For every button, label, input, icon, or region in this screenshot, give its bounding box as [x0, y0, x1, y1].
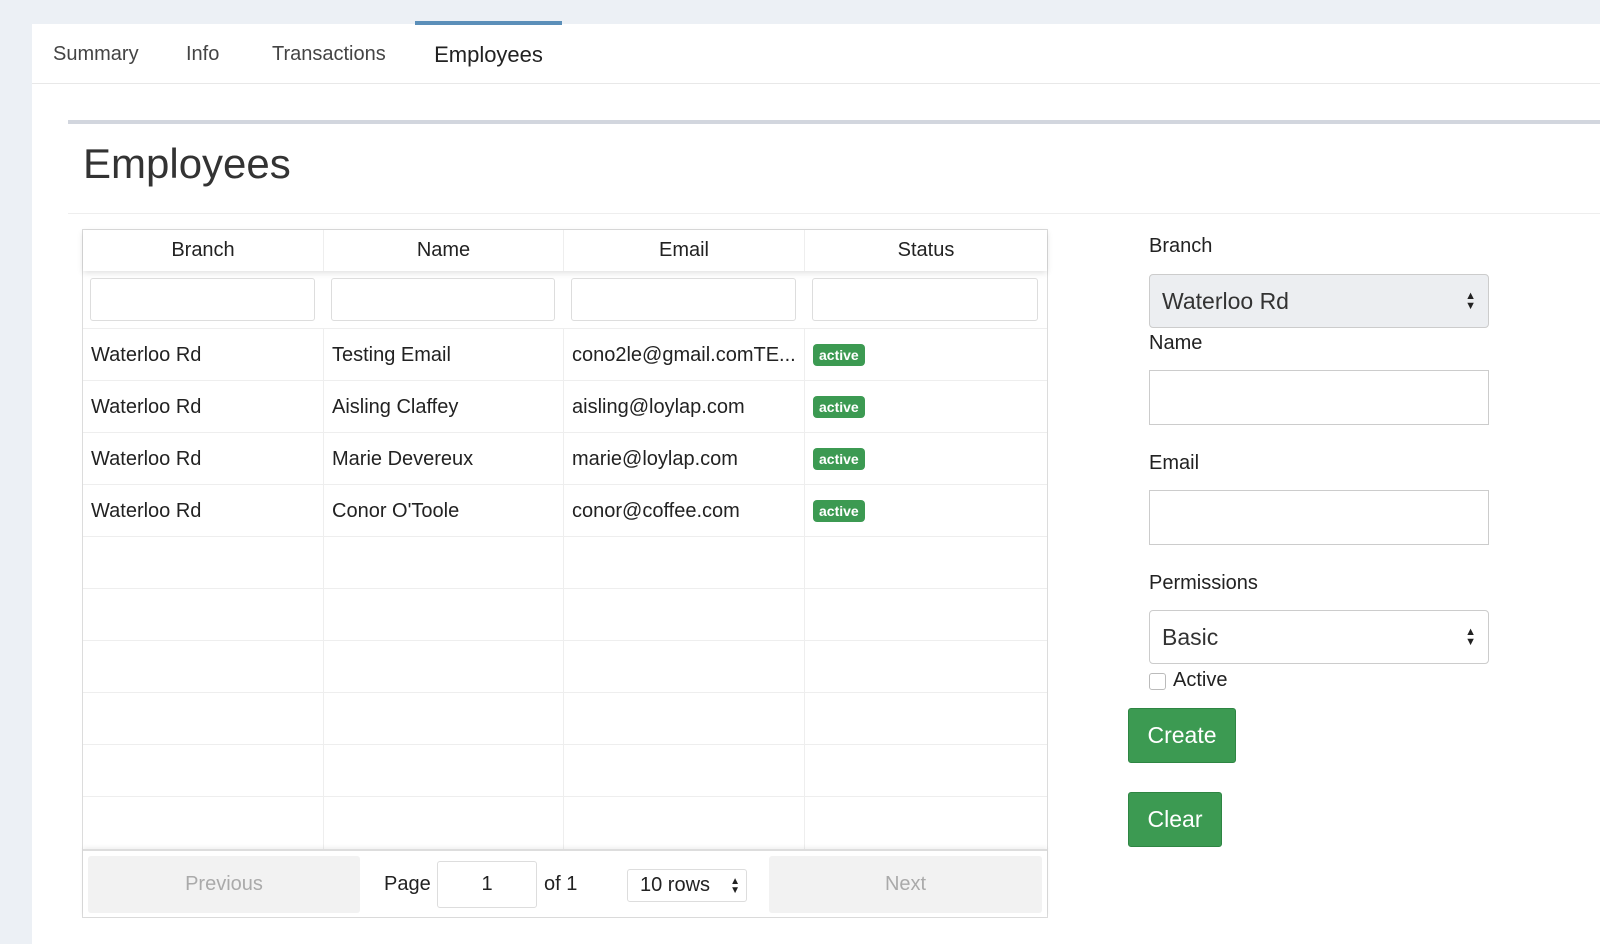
page-number-input[interactable]: 1	[437, 861, 537, 908]
table-row[interactable]: Waterloo Rd Marie Devereux marie@loylap.…	[83, 433, 1047, 485]
empty-cell	[324, 641, 564, 693]
empty-row	[83, 797, 1047, 849]
tab-summary[interactable]: Summary	[53, 24, 139, 84]
empty-cell	[564, 537, 805, 589]
empty-cell	[324, 797, 564, 849]
empty-cell	[564, 641, 805, 693]
page-title: Employees	[83, 140, 291, 187]
branch-cell: Waterloo Rd	[83, 485, 324, 537]
empty-cell	[324, 537, 564, 589]
status-cell: active	[805, 485, 1047, 537]
status-cell: active	[805, 433, 1047, 485]
email-cell: aisling@loylap.com	[564, 381, 805, 433]
select-arrows-icon: ▲ ▼	[1465, 626, 1476, 648]
email-cell: marie@loylap.com	[564, 433, 805, 485]
name-cell: Aisling Claffey	[324, 381, 564, 433]
filter-row	[83, 271, 1047, 329]
empty-cell	[83, 589, 324, 641]
branch-filter-input[interactable]	[90, 278, 315, 321]
permissions-select[interactable]: Basic ▲ ▼	[1149, 610, 1489, 664]
tab-employees[interactable]: Employees	[415, 21, 562, 84]
status-cell: active	[805, 381, 1047, 433]
empty-cell	[805, 797, 1047, 849]
active-label: Active	[1173, 669, 1228, 691]
branch-select[interactable]: Waterloo Rd ▲ ▼	[1149, 274, 1489, 328]
empty-cell	[805, 641, 1047, 693]
branch-label: Branch	[1149, 235, 1213, 257]
pagination-bar: Previous Page 1 of 1 10 rows ▲ ▼ Next	[83, 849, 1047, 917]
empty-cell	[564, 589, 805, 641]
empty-cell	[805, 693, 1047, 745]
empty-cell	[83, 641, 324, 693]
empty-cell	[324, 745, 564, 797]
permissions-select-value: Basic	[1162, 623, 1219, 650]
table-row[interactable]: Waterloo Rd Conor O'Toole conor@coffee.c…	[83, 485, 1047, 537]
column-header-email[interactable]: Email	[564, 230, 805, 271]
branch-cell: Waterloo Rd	[83, 433, 324, 485]
name-field[interactable]	[1149, 370, 1489, 425]
name-filter-input[interactable]	[331, 278, 555, 321]
empty-cell	[83, 797, 324, 849]
status-badge: active	[813, 344, 865, 366]
empty-cell	[805, 537, 1047, 589]
previous-button[interactable]: Previous	[88, 856, 360, 913]
create-button[interactable]: Create	[1128, 708, 1236, 763]
email-cell: cono2le@gmail.comTE...	[564, 329, 805, 381]
next-button[interactable]: Next	[769, 856, 1042, 913]
empty-cell	[83, 693, 324, 745]
page-label: Page	[384, 873, 431, 895]
empty-row	[83, 641, 1047, 693]
table-row[interactable]: Waterloo Rd Testing Email cono2le@gmail.…	[83, 329, 1047, 381]
name-cell: Marie Devereux	[324, 433, 564, 485]
branch-cell: Waterloo Rd	[83, 329, 324, 381]
employees-box: Employees Branch Name Email Status Water…	[68, 120, 1600, 944]
empty-cell	[83, 745, 324, 797]
permissions-label: Permissions	[1149, 572, 1258, 594]
select-arrows-icon: ▲ ▼	[1465, 290, 1476, 312]
empty-cell	[83, 537, 324, 589]
rows-per-page-value: 10 rows	[640, 874, 711, 896]
email-label: Email	[1149, 452, 1200, 474]
clear-button[interactable]: Clear	[1128, 792, 1222, 847]
column-header-name[interactable]: Name	[324, 230, 564, 271]
name-cell: Conor O'Toole	[324, 485, 564, 537]
empty-cell	[805, 589, 1047, 641]
box-header: Employees	[68, 124, 1600, 214]
status-badge: active	[813, 500, 865, 522]
email-field[interactable]	[1149, 490, 1489, 545]
name-label: Name	[1149, 332, 1203, 354]
status-filter-input[interactable]	[812, 278, 1038, 321]
table-header: Branch Name Email Status	[83, 230, 1047, 271]
empty-cell	[805, 745, 1047, 797]
tab-transactions[interactable]: Transactions	[272, 24, 386, 84]
page-count: of 1	[544, 873, 578, 895]
active-checkbox[interactable]	[1149, 673, 1166, 690]
empty-cell	[564, 745, 805, 797]
empty-row	[83, 745, 1047, 797]
tab-info[interactable]: Info	[186, 24, 219, 84]
empty-cell	[564, 797, 805, 849]
content-panel: Summary Info Transactions Employees Empl…	[32, 21, 1600, 944]
status-cell: active	[805, 329, 1047, 381]
rows-per-page-select[interactable]: 10 rows ▲ ▼	[627, 869, 747, 902]
branch-select-value: Waterloo Rd	[1162, 287, 1289, 314]
table-row[interactable]: Waterloo Rd Aisling Claffey aisling@loyl…	[83, 381, 1047, 433]
name-cell: Testing Email	[324, 329, 564, 381]
branch-cell: Waterloo Rd	[83, 381, 324, 433]
empty-cell	[324, 693, 564, 745]
select-arrows-icon: ▲ ▼	[730, 875, 740, 896]
column-header-branch[interactable]: Branch	[83, 230, 324, 271]
empty-cell	[564, 693, 805, 745]
empty-row	[83, 693, 1047, 745]
empty-row	[83, 589, 1047, 641]
email-filter-input[interactable]	[571, 278, 796, 321]
status-badge: active	[813, 448, 865, 470]
tab-bar: Summary Info Transactions Employees	[32, 21, 1600, 84]
email-cell: conor@coffee.com	[564, 485, 805, 537]
employees-table: Branch Name Email Status Waterloo Rd Tes…	[82, 229, 1048, 918]
status-badge: active	[813, 396, 865, 418]
column-header-status[interactable]: Status	[805, 230, 1047, 271]
empty-cell	[324, 589, 564, 641]
empty-row	[83, 537, 1047, 589]
